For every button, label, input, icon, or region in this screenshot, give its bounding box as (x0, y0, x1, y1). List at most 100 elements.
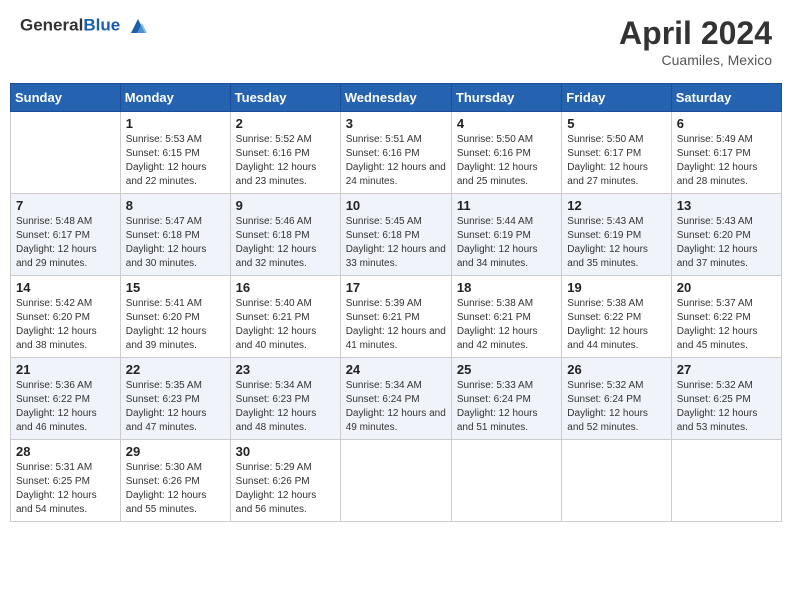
day-number: 13 (677, 198, 776, 213)
day-number: 18 (457, 280, 556, 295)
day-number: 22 (126, 362, 225, 377)
day-info: Sunrise: 5:41 AMSunset: 6:20 PMDaylight:… (126, 297, 225, 353)
weekday-header-friday: Friday (562, 84, 671, 112)
calendar-cell: 4 Sunrise: 5:50 AMSunset: 6:16 PMDaylight… (451, 112, 561, 194)
day-number: 14 (16, 280, 115, 295)
day-info: Sunrise: 5:38 AMSunset: 6:22 PMDaylight:… (567, 297, 665, 353)
day-info: Sunrise: 5:30 AMSunset: 6:26 PMDaylight:… (126, 461, 225, 517)
day-info: Sunrise: 5:29 AMSunset: 6:26 PMDaylight:… (236, 461, 335, 517)
day-number: 3 (346, 116, 446, 131)
calendar-cell: 17Sunrise: 5:39 AMSunset: 6:21 PMDayligh… (340, 276, 451, 358)
weekday-header-tuesday: Tuesday (230, 84, 340, 112)
day-info: Sunrise: 5:34 AMSunset: 6:24 PMDaylight:… (346, 379, 446, 435)
day-info: Sunrise: 5:47 AMSunset: 6:18 PMDaylight:… (126, 215, 225, 271)
week-row-5: 28Sunrise: 5:31 AMSunset: 6:25 PMDayligh… (11, 440, 782, 522)
calendar-table: SundayMondayTuesdayWednesdayThursdayFrid… (10, 83, 782, 522)
day-info: Sunrise: 5:32 AMSunset: 6:24 PMDaylight:… (567, 379, 665, 435)
calendar-cell: 1 Sunrise: 5:53 AMSunset: 6:15 PMDaylight… (120, 112, 230, 194)
calendar-cell: 6 Sunrise: 5:49 AMSunset: 6:17 PMDaylight… (671, 112, 781, 194)
title-block: April 2024 Cuamiles, Mexico (619, 15, 772, 68)
day-info: Sunrise: 5:52 AMSunset: 6:16 PMDaylight:… (236, 133, 335, 189)
day-number: 9 (236, 198, 335, 213)
calendar-cell: 25Sunrise: 5:33 AMSunset: 6:24 PMDayligh… (451, 358, 561, 440)
calendar-cell: 15 Sunrise: 5:41 AMSunset: 6:20 PMDayligh… (120, 276, 230, 358)
calendar-cell (671, 440, 781, 522)
day-number: 23 (236, 362, 335, 377)
day-number: 8 (126, 198, 225, 213)
calendar-cell: 16 Sunrise: 5:40 AMSunset: 6:21 PMDayligh… (230, 276, 340, 358)
calendar-cell: 30Sunrise: 5:29 AMSunset: 6:26 PMDayligh… (230, 440, 340, 522)
day-info: Sunrise: 5:53 AMSunset: 6:15 PMDaylight:… (126, 133, 225, 189)
calendar-cell: 20 Sunrise: 5:37 AMSunset: 6:22 PMDayligh… (671, 276, 781, 358)
day-number: 2 (236, 116, 335, 131)
day-info: Sunrise: 5:35 AMSunset: 6:23 PMDaylight:… (126, 379, 225, 435)
day-number: 24 (346, 362, 446, 377)
calendar-cell: 9Sunrise: 5:46 AMSunset: 6:18 PMDaylight… (230, 194, 340, 276)
day-info: Sunrise: 5:42 AMSunset: 6:20 PMDaylight:… (16, 297, 115, 353)
day-info: Sunrise: 5:49 AMSunset: 6:17 PMDaylight:… (677, 133, 776, 189)
calendar-cell: 10 Sunrise: 5:45 AMSunset: 6:18 PMDayligh… (340, 194, 451, 276)
calendar-cell: 22 Sunrise: 5:35 AMSunset: 6:23 PMDayligh… (120, 358, 230, 440)
calendar-cell: 19 Sunrise: 5:38 AMSunset: 6:22 PMDayligh… (562, 276, 671, 358)
week-row-2: 7 Sunrise: 5:48 AMSunset: 6:17 PMDaylight… (11, 194, 782, 276)
day-info: Sunrise: 5:45 AMSunset: 6:18 PMDaylight:… (346, 215, 446, 271)
calendar-cell: 8 Sunrise: 5:47 AMSunset: 6:18 PMDaylight… (120, 194, 230, 276)
day-number: 16 (236, 280, 335, 295)
logo-text: GeneralBlue (20, 15, 149, 37)
weekday-header-row: SundayMondayTuesdayWednesdayThursdayFrid… (11, 84, 782, 112)
day-number: 6 (677, 116, 776, 131)
calendar-cell: 3 Sunrise: 5:51 AMSunset: 6:16 PMDaylight… (340, 112, 451, 194)
calendar-cell (11, 112, 121, 194)
calendar-cell: 29 Sunrise: 5:30 AMSunset: 6:26 PMDayligh… (120, 440, 230, 522)
day-number: 7 (16, 198, 115, 213)
calendar-cell: 27 Sunrise: 5:32 AMSunset: 6:25 PMDayligh… (671, 358, 781, 440)
day-info: Sunrise: 5:48 AMSunset: 6:17 PMDaylight:… (16, 215, 115, 271)
calendar-cell: 7 Sunrise: 5:48 AMSunset: 6:17 PMDaylight… (11, 194, 121, 276)
day-info: Sunrise: 5:37 AMSunset: 6:22 PMDaylight:… (677, 297, 776, 353)
weekday-header-wednesday: Wednesday (340, 84, 451, 112)
day-number: 10 (346, 198, 446, 213)
day-info: Sunrise: 5:34 AMSunset: 6:23 PMDaylight:… (236, 379, 335, 435)
calendar-cell: 14 Sunrise: 5:42 AMSunset: 6:20 PMDayligh… (11, 276, 121, 358)
logo: GeneralBlue (20, 15, 149, 37)
day-number: 21 (16, 362, 115, 377)
day-number: 1 (126, 116, 225, 131)
day-info: Sunrise: 5:36 AMSunset: 6:22 PMDaylight:… (16, 379, 115, 435)
day-number: 12 (567, 198, 665, 213)
day-info: Sunrise: 5:44 AMSunset: 6:19 PMDaylight:… (457, 215, 556, 271)
day-info: Sunrise: 5:40 AMSunset: 6:21 PMDaylight:… (236, 297, 335, 353)
day-number: 5 (567, 116, 665, 131)
weekday-header-monday: Monday (120, 84, 230, 112)
week-row-3: 14 Sunrise: 5:42 AMSunset: 6:20 PMDayligh… (11, 276, 782, 358)
calendar-cell: 5 Sunrise: 5:50 AMSunset: 6:17 PMDaylight… (562, 112, 671, 194)
calendar-cell: 13 Sunrise: 5:43 AMSunset: 6:20 PMDayligh… (671, 194, 781, 276)
day-info: Sunrise: 5:50 AMSunset: 6:16 PMDaylight:… (457, 133, 556, 189)
calendar-cell: 12Sunrise: 5:43 AMSunset: 6:19 PMDayligh… (562, 194, 671, 276)
calendar-cell (340, 440, 451, 522)
calendar-cell: 21 Sunrise: 5:36 AMSunset: 6:22 PMDayligh… (11, 358, 121, 440)
weekday-header-saturday: Saturday (671, 84, 781, 112)
calendar-cell: 28Sunrise: 5:31 AMSunset: 6:25 PMDayligh… (11, 440, 121, 522)
calendar-cell: 11Sunrise: 5:44 AMSunset: 6:19 PMDayligh… (451, 194, 561, 276)
day-number: 20 (677, 280, 776, 295)
day-info: Sunrise: 5:51 AMSunset: 6:16 PMDaylight:… (346, 133, 446, 189)
day-number: 19 (567, 280, 665, 295)
location: Cuamiles, Mexico (619, 52, 772, 68)
day-number: 29 (126, 444, 225, 459)
day-number: 15 (126, 280, 225, 295)
day-number: 28 (16, 444, 115, 459)
calendar-cell (451, 440, 561, 522)
calendar-cell: 23 Sunrise: 5:34 AMSunset: 6:23 PMDayligh… (230, 358, 340, 440)
day-info: Sunrise: 5:50 AMSunset: 6:17 PMDaylight:… (567, 133, 665, 189)
day-info: Sunrise: 5:43 AMSunset: 6:20 PMDaylight:… (677, 215, 776, 271)
weekday-header-thursday: Thursday (451, 84, 561, 112)
day-number: 4 (457, 116, 556, 131)
weekday-header-sunday: Sunday (11, 84, 121, 112)
calendar-cell: 24 Sunrise: 5:34 AMSunset: 6:24 PMDayligh… (340, 358, 451, 440)
page-header: GeneralBlue April 2024 Cuamiles, Mexico (10, 10, 782, 73)
day-info: Sunrise: 5:32 AMSunset: 6:25 PMDaylight:… (677, 379, 776, 435)
calendar-cell (562, 440, 671, 522)
day-info: Sunrise: 5:33 AMSunset: 6:24 PMDaylight:… (457, 379, 556, 435)
day-number: 27 (677, 362, 776, 377)
calendar-cell: 18Sunrise: 5:38 AMSunset: 6:21 PMDayligh… (451, 276, 561, 358)
